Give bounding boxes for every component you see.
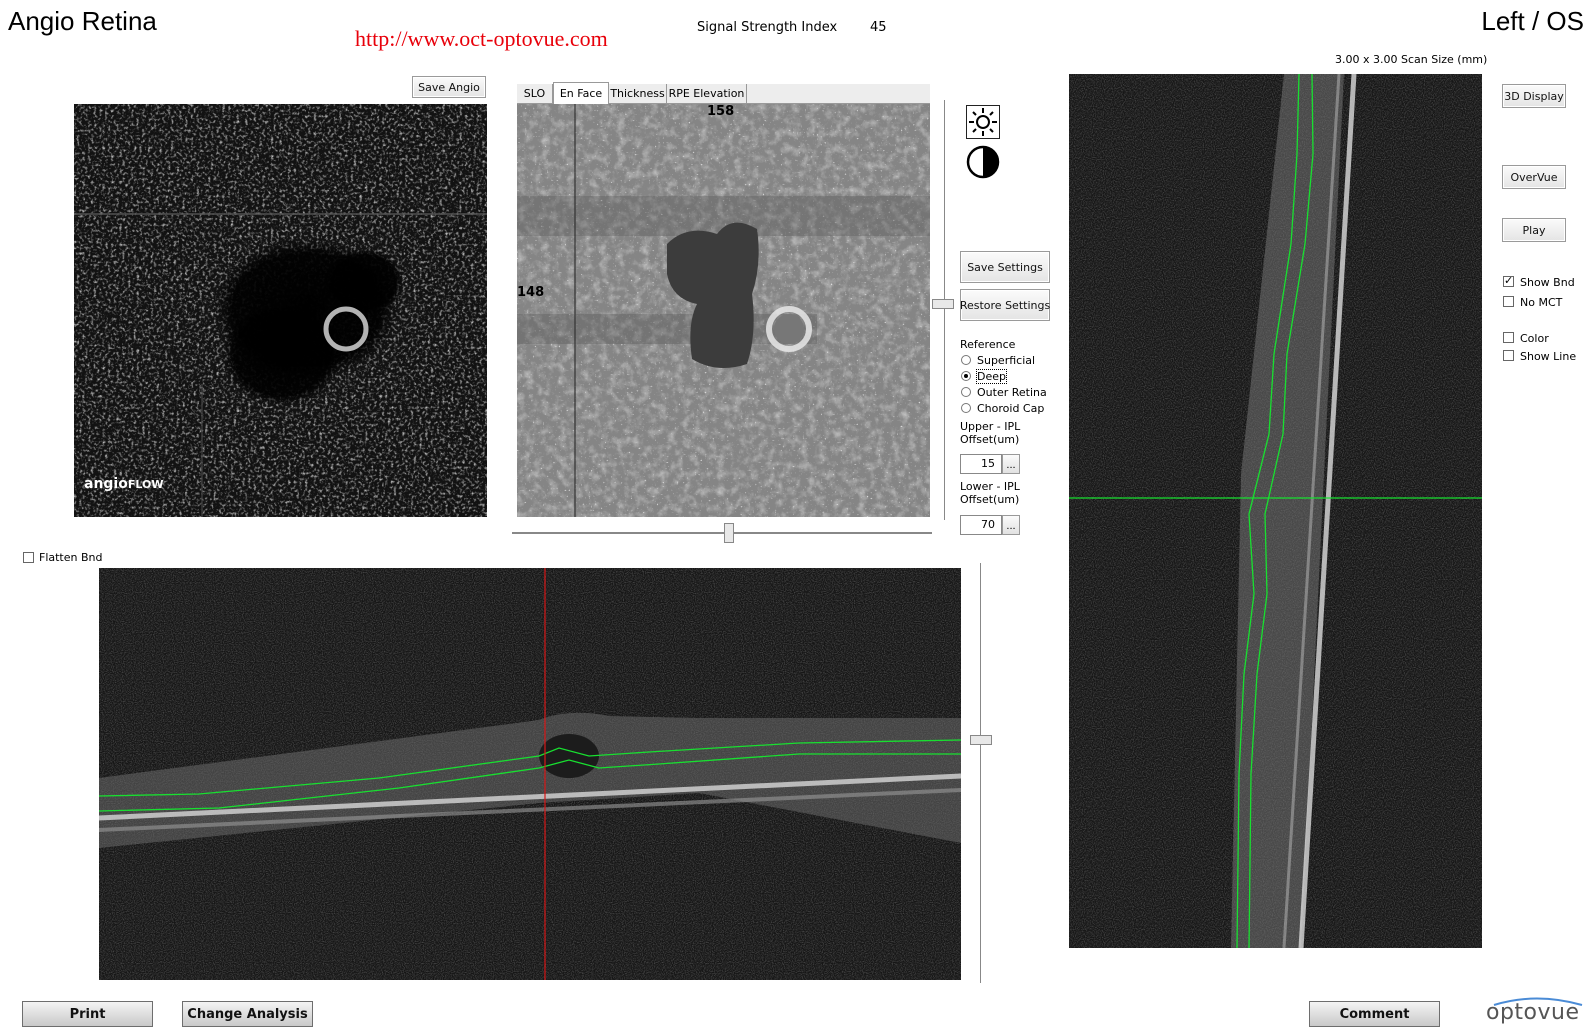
upper-ipl-label-line1: Upper - IPL [960,420,1021,433]
tab-en-face[interactable]: En Face [553,82,609,104]
lower-offset-field[interactable]: 70 [960,515,1002,535]
color-label: Color [1520,332,1549,345]
en-face-horizontal-slider-thumb[interactable] [724,523,734,543]
reference-radio-outer-retina[interactable] [961,387,971,397]
horizontal-b-scan-graphic [99,568,961,980]
signal-strength-label: Signal Strength Index [697,20,838,35]
app-title: Angio Retina [8,6,157,36]
eye-label: Left / OS [1481,6,1584,36]
upper-offset-ellipsis-button[interactable]: ... [1002,454,1020,474]
upper-offset-field[interactable]: 15 [960,454,1002,474]
play-button[interactable]: Play [1502,218,1566,242]
reference-label: Reference [960,338,1016,351]
lower-ipl-label: Lower - IPL Offset(um) [960,480,1020,506]
no-mct-label: No MCT [1520,296,1563,309]
reference-radio-superficial[interactable] [961,355,971,365]
3d-display-button[interactable]: 3D Display [1502,84,1566,108]
en-face-slab-map [517,104,930,517]
contrast-icon[interactable] [966,145,1000,179]
vertical-b-scan-image [1069,74,1482,948]
en-face-depth-slider-thumb[interactable] [932,299,954,309]
url-watermark: http://www.oct-optovue.com [355,26,608,51]
sun-icon[interactable] [966,105,1000,139]
save-angio-button[interactable]: Save Angio [412,76,486,98]
reference-option-label: Choroid Cap [977,402,1045,415]
save-settings-button[interactable]: Save Settings [960,251,1050,283]
b-scan-slider-track[interactable] [980,563,982,983]
reference-option-label: Superficial [977,354,1036,367]
optovue-logo-text: optovue [1486,1000,1580,1025]
upper-ipl-label-line2: Offset(um) [960,433,1020,446]
horizontal-b-scan-image [99,568,961,980]
reference-option-label: Deep [976,369,1007,384]
flatten-bnd-label: Flatten Bnd [39,551,103,564]
vertical-b-scan-graphic [1069,74,1482,948]
top-marker: 158 [707,104,735,119]
show-bnd-checkbox[interactable] [1503,274,1514,287]
restore-settings-button[interactable]: Restore Settings [960,289,1050,321]
no-mct-checkbox[interactable] [1503,296,1514,307]
en-face-depth-slider-track[interactable] [944,100,946,520]
reference-option-label: Outer Retina [977,386,1047,399]
en-face-horizontal-slider-track[interactable] [512,532,932,534]
reference-radio-choroid-cap[interactable] [961,403,971,413]
comment-button[interactable]: Comment [1309,1001,1440,1027]
optovue-logo: optovue [1484,994,1589,1028]
sun-icon-glyph [969,108,997,136]
print-button[interactable]: Print [22,1001,153,1027]
b-scan-slider-thumb[interactable] [970,735,992,745]
en-face-image: 158 148 [517,104,930,517]
scan-size-label: 3.00 x 3.00 Scan Size (mm) [1335,53,1488,66]
tab-rpe-elevation[interactable]: RPE Elevation [667,84,747,103]
flatten-bnd-checkbox[interactable] [23,552,34,563]
tab-slo[interactable]: SLO [517,84,553,103]
upper-ipl-label: Upper - IPL Offset(um) [960,420,1020,446]
change-analysis-button[interactable]: Change Analysis [182,1001,313,1027]
overvue-button[interactable]: OverVue [1502,165,1566,189]
show-bnd-label: Show Bnd [1520,276,1575,289]
left-marker: 148 [517,285,545,300]
tab-thickness[interactable]: Thickness [609,84,667,103]
lower-offset-ellipsis-button[interactable]: ... [1002,515,1020,535]
lower-ipl-label-line2: Offset(um) [960,493,1020,506]
color-checkbox[interactable] [1503,332,1514,343]
contrast-icon-glyph [966,145,1000,179]
show-line-label: Show Line [1520,350,1577,363]
angioflow-logo: angioFLOW [84,476,164,492]
signal-strength-value: 45 [870,20,887,35]
reference-radio-deep[interactable] [961,371,971,381]
lower-ipl-label-line1: Lower - IPL [960,480,1020,493]
angio-image: angioFLOW [74,104,487,517]
show-line-checkbox[interactable] [1503,350,1514,361]
angio-vessel-map [74,104,487,517]
